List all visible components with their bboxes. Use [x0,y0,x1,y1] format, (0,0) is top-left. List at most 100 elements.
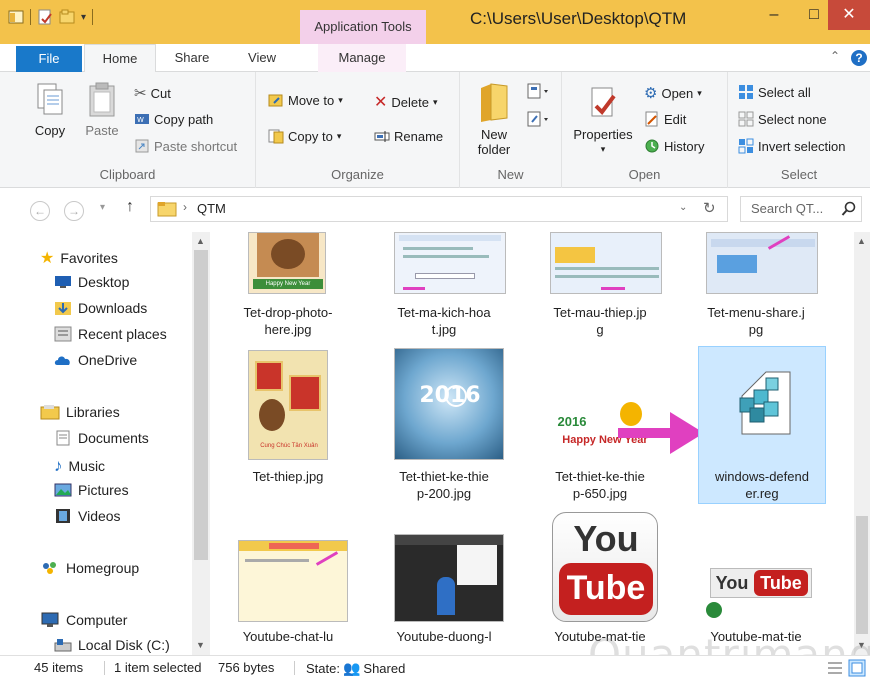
help-icon[interactable]: ? [851,50,867,66]
properties-icon[interactable] [37,9,53,25]
file-item[interactable]: 2016 Tet-thiet-ke-thie p-200.jpg [380,348,508,501]
rename-button[interactable]: Rename [374,128,443,144]
nav-documents[interactable]: Documents [54,430,149,446]
file-item[interactable]: You Tube Youtube-mat-tie [692,512,820,652]
copy-button[interactable]: Copy [28,80,72,138]
nav-onedrive[interactable]: OneDrive [54,352,137,368]
file-name-line1: Tet-mau-thiep.jp [553,305,647,320]
breadcrumb-current[interactable]: QTM [197,201,226,216]
copy-path-button[interactable]: W Copy path [134,111,213,127]
libraries-icon [40,405,60,420]
nav-computer[interactable]: Computer [40,612,127,628]
invert-selection-icon [738,138,754,154]
open-group-label: Open [628,167,661,182]
paste-button[interactable]: Paste [80,80,124,138]
thumb-caption: Happy New Year [253,279,323,289]
file-item[interactable]: Tet-mau-thiep.jp g [536,232,664,344]
file-item[interactable]: Cung Chúc Tân Xuân Tet-thiep.jpg [224,348,352,498]
item-count: 45 items [34,660,84,675]
search-box[interactable]: Search QT... [740,196,862,222]
nav-desktop[interactable]: Desktop [54,274,129,290]
file-thumbnail [394,534,504,622]
nav-scroll-up-icon[interactable]: ▲ [196,236,205,246]
nav-local-disk[interactable]: Local Disk (C:) [54,637,170,653]
nav-label: Local Disk (C:) [78,637,170,653]
rename-label: Rename [394,128,444,144]
up-arrow-icon[interactable]: ↑ [126,198,134,216]
tab-manage[interactable]: Manage [318,44,406,72]
tab-share[interactable]: Share [160,44,224,72]
nav-pictures[interactable]: Pictures [54,482,129,498]
nav-downloads[interactable]: Downloads [54,300,147,316]
window-title: C:\Users\User\Desktop\QTM [470,9,687,28]
easy-access-icon[interactable] [526,110,552,128]
edit-button[interactable]: Edit [644,111,686,127]
forward-button[interactable]: → [64,201,84,221]
delete-button[interactable]: ✕ Delete ▾ [374,92,438,112]
nav-recent-places[interactable]: Recent places [54,326,167,342]
folder-icon[interactable] [8,9,24,25]
file-item[interactable]: Youtube-chat-lu [224,512,352,652]
new-item-icon[interactable] [526,82,552,100]
search-icon[interactable] [841,201,857,217]
new-folder-button[interactable]: New folder [470,80,518,157]
properties-button[interactable]: Properties ▾ [570,84,636,157]
selected-count: 1 item selected [114,660,202,675]
nav-music[interactable]: ♪ Music [54,456,105,476]
customize-dropdown-icon[interactable]: ▾ [81,12,86,23]
search-input[interactable]: Search QT... [751,201,823,216]
address-bar[interactable]: › QTM ⌄ ↻ [150,196,728,222]
nav-libraries[interactable]: Libraries [40,404,120,420]
file-item[interactable]: You Tube Youtube-mat-tie [536,512,664,652]
move-to-button[interactable]: Move to ▾ [268,92,343,108]
tab-home[interactable]: Home [84,44,156,73]
file-item[interactable]: Tet-ma-kich-hoa t.jpg [380,232,508,344]
file-item[interactable]: Youtube-duong-l [380,512,508,652]
nav-scrollbar-thumb[interactable] [194,250,208,560]
copy-to-button[interactable]: Copy to ▾ [268,128,341,144]
file-thumbnail [394,232,506,294]
back-button[interactable]: ← [30,201,50,221]
open-button[interactable]: ⚙ Open ▾ [644,84,702,102]
minimize-ribbon-icon[interactable]: ⌃ [830,49,840,63]
minimize-button[interactable]: – [752,0,796,30]
nav-favorites[interactable]: ★ Favorites [40,248,118,268]
dialog-titlebar-shape [399,235,501,241]
toolbar-shape [711,239,815,247]
large-icons-view-icon[interactable] [848,659,866,677]
content-scrollbar-thumb[interactable] [856,516,868,634]
arrow-shape [601,287,625,290]
tab-file[interactable]: File [16,46,82,72]
new-folder-icon[interactable] [59,9,75,25]
select-all-icon [739,85,753,99]
properties-icon [591,87,616,117]
invert-selection-button[interactable]: Invert selection [738,138,845,154]
select-none-button[interactable]: Select none [738,111,827,127]
refresh-icon[interactable]: ↻ [703,199,716,217]
recent-locations-icon[interactable]: ▾ [100,202,105,213]
address-dropdown-icon[interactable]: ⌄ [679,202,687,213]
nav-videos[interactable]: Videos [54,508,121,524]
tab-view[interactable]: View [230,44,294,72]
history-button[interactable]: History [644,138,704,154]
paste-shortcut-button[interactable]: Paste shortcut [134,138,237,154]
close-button[interactable]: ✕ [828,0,870,30]
select-all-label: Select all [758,84,811,100]
file-item[interactable]: Tet-menu-share.j pg [692,232,820,344]
select-all-button[interactable]: Select all [738,84,811,100]
ribbon: Copy Paste ✂ Cut W Copy path Paste short… [0,72,870,188]
file-item[interactable]: Happy New Year Tet-drop-photo- here.jpg [224,232,352,344]
nav-scroll-down-icon[interactable]: ▼ [196,640,205,650]
cut-button[interactable]: ✂ Cut [134,84,171,102]
monkey-shape [271,239,305,269]
nav-homegroup[interactable]: Homegroup [40,560,139,576]
youtube-you-text: You [715,573,749,593]
breadcrumb-chevron-icon[interactable]: › [183,200,187,214]
properties-dropdown-icon: ▾ [600,144,606,154]
scroll-down-icon[interactable]: ▼ [857,640,866,650]
file-item-selected[interactable]: windows-defend er.reg [698,348,826,501]
scroll-up-icon[interactable]: ▲ [857,236,866,246]
details-view-icon[interactable] [826,659,844,677]
paste-shortcut-label: Paste shortcut [154,138,238,154]
new-folder-icon [481,83,508,122]
